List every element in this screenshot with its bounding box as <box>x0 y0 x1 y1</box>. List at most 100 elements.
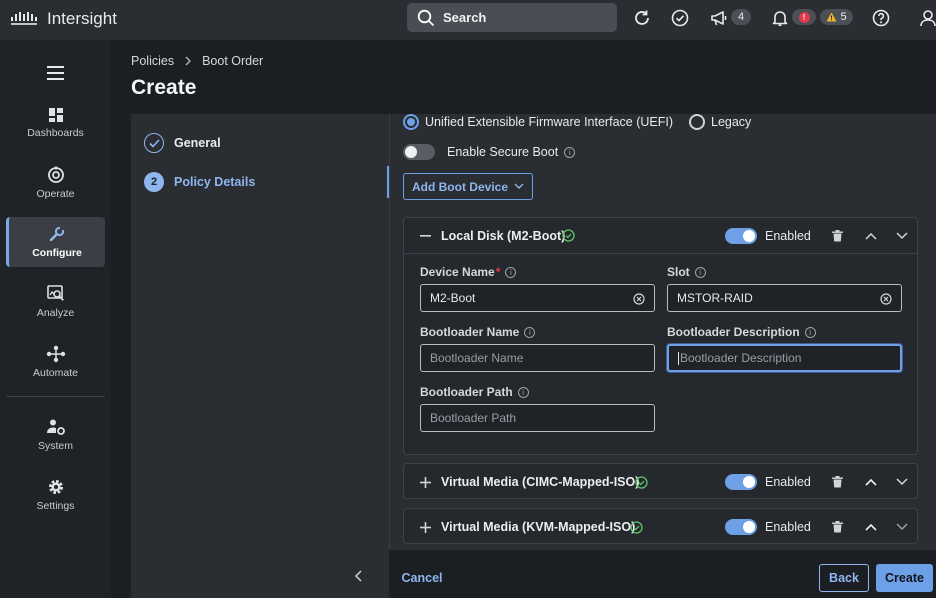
trash-icon[interactable] <box>832 521 843 533</box>
cisco-logo[interactable]: Intersight <box>10 9 117 29</box>
chevron-right-icon <box>185 56 191 66</box>
announcement-megaphone-icon[interactable] <box>709 8 729 28</box>
cancel-button[interactable]: Cancel <box>397 564 447 592</box>
help-icon[interactable] <box>871 8 891 28</box>
search-bar[interactable]: Search <box>407 3 617 32</box>
boot-mode-radio-group: Unified Extensible Firmware Interface (U… <box>403 114 751 130</box>
info-icon[interactable]: i <box>505 266 517 278</box>
clear-x-icon[interactable] <box>880 293 892 305</box>
sidebar-item-dashboards[interactable]: Dashboards <box>6 98 105 148</box>
device-name-label-text: Device Name <box>420 265 495 279</box>
card-header: Virtual Media (CIMC-Mapped-ISO) Enabled <box>404 464 917 500</box>
create-button[interactable]: Create <box>876 564 933 592</box>
bootloader-description-input[interactable]: Bootloader Description <box>667 344 902 372</box>
hamburger-menu-icon[interactable] <box>47 66 65 85</box>
sidebar-item-settings[interactable]: Settings <box>6 470 105 520</box>
bootloader-name-label: Bootloader Name i <box>420 325 536 339</box>
wizard-steps-panel: General 2 Policy Details <box>131 114 389 598</box>
device-enabled-toggle[interactable] <box>725 474 757 490</box>
tasks-check-icon[interactable] <box>670 8 690 28</box>
sidebar-item-label: Dashboards <box>27 127 84 139</box>
step-label: General <box>174 136 221 150</box>
chevron-down-icon[interactable] <box>896 523 908 531</box>
bootloader-description-placeholder: Bootloader Description <box>680 351 802 365</box>
valid-check-icon <box>635 475 648 489</box>
refresh-icon[interactable] <box>632 8 652 28</box>
expand-plus-icon[interactable] <box>420 521 431 533</box>
bootloader-description-label-text: Bootloader Description <box>667 325 800 339</box>
page-title: Create <box>131 76 197 99</box>
sidebar-item-automate[interactable]: Automate <box>6 337 105 387</box>
collapse-minus-icon[interactable] <box>420 234 431 237</box>
system-user-gear-icon <box>46 419 65 435</box>
device-title: Virtual Media (KVM-Mapped-ISO) <box>441 520 636 534</box>
slot-label: Slot i <box>667 265 706 279</box>
sidebar-item-operate[interactable]: Operate <box>6 158 105 208</box>
trash-icon[interactable] <box>832 229 843 242</box>
enabled-label: Enabled <box>765 475 811 489</box>
dashboards-icon <box>48 108 63 122</box>
critical-alarm-icon: ! <box>798 11 810 23</box>
top-bar: Intersight Search 4 ! 5 <box>0 0 936 40</box>
breadcrumb: Policies Boot Order <box>131 54 263 68</box>
text-cursor <box>678 351 679 365</box>
configure-wrench-icon <box>49 226 65 242</box>
bootloader-path-input[interactable]: Bootloader Path <box>420 404 655 432</box>
add-boot-device-label: Add Boot Device <box>411 179 508 194</box>
info-icon[interactable]: i <box>517 386 529 398</box>
legacy-radio-label[interactable]: Legacy <box>711 115 751 129</box>
trash-icon[interactable] <box>832 476 843 488</box>
info-icon[interactable]: i <box>804 326 816 338</box>
breadcrumb-policies-link[interactable]: Policies <box>131 54 174 68</box>
critical-alarms-badge[interactable]: ! <box>792 9 816 25</box>
bootloader-name-input[interactable]: Bootloader Name <box>420 344 655 372</box>
clear-x-icon[interactable] <box>633 293 645 305</box>
left-nav-sidebar: Dashboards Operate Configure Analyze Aut… <box>0 40 111 598</box>
collapse-panel-chevron-left-icon[interactable] <box>354 569 364 587</box>
announcement-count-badge[interactable]: 4 <box>731 9 751 25</box>
sidebar-item-analyze[interactable]: Analyze <box>6 277 105 327</box>
device-name-input[interactable]: M2-Boot <box>420 284 655 312</box>
wizard-footer: Cancel Back Create <box>389 550 936 598</box>
secure-boot-toggle[interactable] <box>403 144 435 160</box>
bootloader-name-label-text: Bootloader Name <box>420 325 520 339</box>
sidebar-item-system[interactable]: System <box>6 410 105 460</box>
chevron-down-icon[interactable] <box>896 231 908 240</box>
info-icon[interactable]: i <box>564 146 576 158</box>
add-boot-device-button[interactable]: Add Boot Device <box>403 173 533 200</box>
card-header: Virtual Media (KVM-Mapped-ISO) Enabled <box>404 509 917 545</box>
notifications-bell-icon[interactable] <box>770 8 790 28</box>
warning-alarms-badge[interactable]: 5 <box>820 9 853 25</box>
sidebar-item-label: Analyze <box>36 307 75 319</box>
operate-icon <box>47 166 64 183</box>
chevron-up-icon[interactable] <box>865 478 877 486</box>
search-icon <box>417 9 435 26</box>
enabled-label: Enabled <box>765 520 811 534</box>
info-icon[interactable]: i <box>694 266 706 278</box>
bootloader-description-label: Bootloader Description i <box>667 325 816 339</box>
slot-input[interactable]: MSTOR-RAID <box>667 284 902 312</box>
user-profile-icon[interactable] <box>918 8 936 28</box>
device-title: Virtual Media (CIMC-Mapped-ISO) <box>441 475 640 489</box>
chevron-up-icon[interactable] <box>865 523 877 531</box>
legacy-radio[interactable] <box>689 114 705 130</box>
step-policy-details[interactable]: 2 Policy Details <box>144 172 255 192</box>
device-name-value: M2-Boot <box>430 291 476 305</box>
info-icon[interactable]: i <box>524 326 536 338</box>
device-enabled-toggle[interactable] <box>725 227 757 244</box>
bootloader-path-label-text: Bootloader Path <box>420 385 513 399</box>
policy-details-panel: Unified Extensible Firmware Interface (U… <box>389 114 936 550</box>
expand-plus-icon[interactable] <box>420 476 431 488</box>
uefi-radio-label[interactable]: Unified Extensible Firmware Interface (U… <box>425 115 673 129</box>
chevron-up-icon[interactable] <box>865 232 877 240</box>
breadcrumb-boot-order-link[interactable]: Boot Order <box>202 54 263 68</box>
step-general[interactable]: General <box>144 133 221 153</box>
chevron-down-icon[interactable] <box>896 478 908 486</box>
device-enabled-toggle[interactable] <box>725 519 757 535</box>
sidebar-item-label: Settings <box>36 500 75 512</box>
step-label: Policy Details <box>174 175 256 189</box>
uefi-radio[interactable] <box>403 114 419 130</box>
back-button[interactable]: Back <box>819 564 869 592</box>
sidebar-item-configure[interactable]: Configure <box>6 217 105 267</box>
enabled-label: Enabled <box>765 228 811 243</box>
